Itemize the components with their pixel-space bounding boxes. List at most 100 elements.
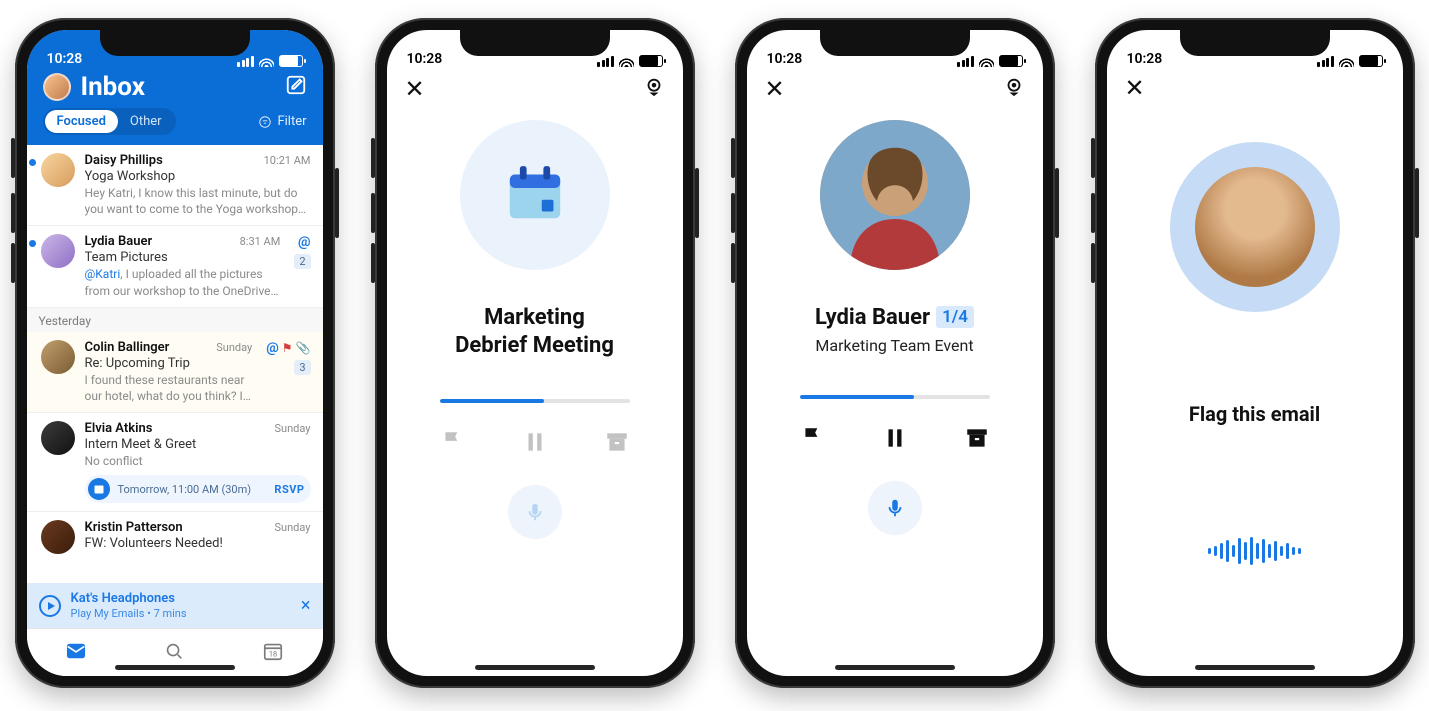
notch [820, 30, 970, 56]
mail-item[interactable]: Lydia Bauer 8:31 AM Team Pictures @Katri… [27, 226, 323, 307]
status-time: 10:28 [1127, 51, 1163, 67]
battery-icon [1359, 55, 1383, 67]
unread-dot-icon [29, 240, 36, 247]
playback-title: Marketing Debrief Meeting [455, 304, 614, 359]
battery-icon [999, 55, 1023, 67]
compose-button[interactable] [285, 74, 307, 100]
mail-subject: Team Pictures [85, 250, 281, 265]
notch [460, 30, 610, 56]
notch [1180, 30, 1330, 56]
wifi-icon [259, 56, 274, 67]
phone-playback-email: 10:28 ✕ Lydia Bauer [735, 18, 1055, 688]
mail-list[interactable]: Daisy Phillips 10:21 AM Yoga Workshop He… [27, 145, 323, 583]
home-indicator[interactable] [115, 665, 235, 670]
close-icon[interactable]: × [301, 597, 311, 615]
pause-button[interactable] [522, 429, 548, 459]
mail-time: Sunday [275, 422, 311, 435]
close-button[interactable]: ✕ [405, 77, 425, 101]
tab-search[interactable] [163, 640, 185, 666]
listening-avatar-ring [1170, 142, 1340, 312]
rsvp-when: Tomorrow, 11:00 AM (30m) [118, 483, 252, 496]
page-title: Inbox [81, 72, 275, 102]
mic-button[interactable] [868, 481, 922, 535]
sender-name: Lydia Bauer [85, 234, 234, 249]
archive-button[interactable] [964, 425, 990, 455]
flag-button[interactable] [800, 425, 826, 455]
cast-icon[interactable] [1003, 76, 1025, 102]
signal-icon [597, 56, 614, 67]
archive-button[interactable] [604, 429, 630, 459]
close-button[interactable]: ✕ [765, 77, 785, 101]
mail-time: Sunday [216, 341, 252, 354]
mail-item[interactable]: Elvia Atkins Sunday Intern Meet & Greet … [27, 413, 323, 512]
mail-time: 8:31 AM [240, 235, 281, 248]
meeting-illustration [460, 120, 610, 270]
mail-subject: Re: Upcoming Trip [85, 356, 253, 371]
banner-title: Kat's Headphones [71, 591, 291, 607]
mention-icon: @ [298, 234, 311, 250]
thread-count: 3 [294, 360, 310, 375]
sender-photo [820, 120, 970, 270]
play-icon [39, 595, 61, 617]
phone-inbox: 10:28 Inbox Focused Other [15, 18, 335, 688]
phone-voice-command: 10:28 ✕ Flag this email [1095, 18, 1415, 688]
play-my-emails-banner[interactable]: Kat's Headphones Play My Emails • 7 mins… [27, 583, 323, 628]
status-time: 10:28 [407, 51, 443, 67]
mail-item[interactable]: Colin Ballinger Sunday Re: Upcoming Trip… [27, 332, 323, 413]
progress-bar[interactable] [440, 399, 630, 403]
mail-item[interactable]: Daisy Phillips 10:21 AM Yoga Workshop He… [27, 145, 323, 226]
status-time: 10:28 [47, 51, 83, 67]
playback-subtitle: Marketing Team Event [815, 336, 973, 355]
home-indicator[interactable] [835, 665, 955, 670]
voice-command-text: Flag this email [1189, 402, 1320, 426]
phone-playback-meeting: 10:28 ✕ [375, 18, 695, 688]
flag-button[interactable] [440, 429, 466, 459]
wifi-icon [1339, 56, 1354, 67]
filter-button[interactable]: Filter [258, 114, 306, 129]
mail-subject: Yoga Workshop [85, 169, 311, 184]
battery-icon [639, 55, 663, 67]
sender-avatar [41, 153, 75, 187]
home-indicator[interactable] [1195, 665, 1315, 670]
tab-mail[interactable] [65, 640, 87, 666]
signal-icon [237, 56, 254, 67]
playback-title: Lydia Bauer1/4 [815, 304, 974, 332]
sender-avatar [41, 520, 75, 554]
tab-calendar[interactable]: 18 [262, 640, 284, 666]
progress-bar[interactable] [800, 395, 990, 399]
sender-avatar [41, 340, 75, 374]
tab-other[interactable]: Other [118, 110, 174, 133]
mail-preview: No conflict [85, 453, 311, 469]
playback-controls [800, 425, 990, 455]
mic-button[interactable] [508, 485, 562, 539]
mail-preview: @Katri, I uploaded all the pictures from… [85, 266, 281, 298]
mail-subject: FW: Volunteers Needed! [85, 536, 311, 551]
sender-avatar [41, 234, 75, 268]
sender-name: Daisy Phillips [85, 153, 258, 168]
rsvp-chip[interactable]: Tomorrow, 11:00 AM (30m) RSVP [85, 475, 311, 503]
unread-dot-icon [29, 159, 36, 166]
close-button[interactable]: ✕ [1125, 76, 1145, 100]
sender-avatar [41, 421, 75, 455]
inbox-tabs[interactable]: Focused Other [43, 108, 176, 135]
tab-focused[interactable]: Focused [45, 110, 118, 133]
notch [100, 30, 250, 56]
cast-icon[interactable] [643, 76, 665, 102]
thread-count: 2 [294, 254, 310, 269]
home-indicator[interactable] [475, 665, 595, 670]
pause-button[interactable] [882, 425, 908, 455]
sender-name: Elvia Atkins [85, 421, 269, 436]
wifi-icon [619, 56, 634, 67]
signal-icon [957, 56, 974, 67]
rsvp-button[interactable]: RSVP [274, 483, 304, 496]
mail-item[interactable]: Kristin Patterson Sunday FW: Volunteers … [27, 512, 323, 562]
account-avatar[interactable] [43, 73, 71, 101]
mail-time: Sunday [275, 521, 311, 534]
sender-photo [1195, 167, 1315, 287]
progress-fill [440, 399, 545, 403]
signal-icon [1317, 56, 1334, 67]
mail-preview: Hey Katri, I know this last minute, but … [85, 185, 311, 217]
wifi-icon [979, 56, 994, 67]
sender-name: Colin Ballinger [85, 340, 211, 355]
waveform-icon [1208, 536, 1301, 566]
